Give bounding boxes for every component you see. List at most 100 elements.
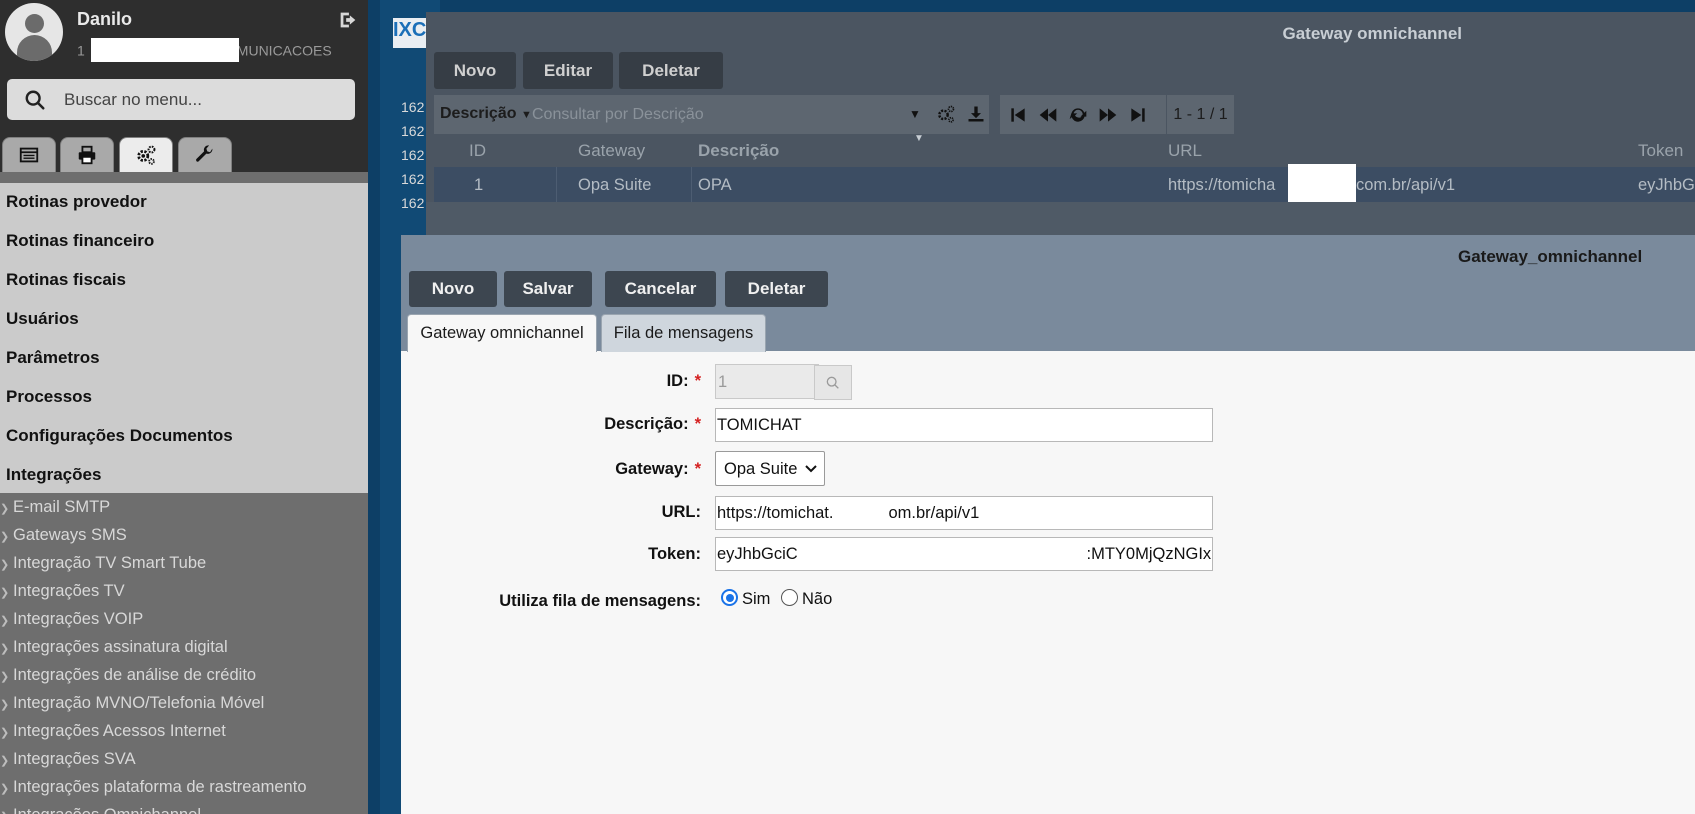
new-button[interactable]: Novo [434, 52, 516, 89]
submenu-item[interactable]: ❯Integrações Omnichannel [0, 806, 201, 814]
submenu-item[interactable]: ❯ Integrações assinatura digital [0, 638, 228, 657]
filter-field-select[interactable]: Descrição ▼ [440, 105, 532, 123]
tab-gateway-omnichannel[interactable]: Gateway omnichannel [407, 314, 597, 352]
list-icon[interactable] [2, 137, 56, 172]
cell-url-start: https://tomicha [1168, 176, 1276, 194]
token-label: Token: [648, 545, 701, 563]
submenu-item[interactable]: ❯ Integrações TV [0, 582, 125, 601]
submenu-item[interactable]: ❯ Integrações VOIP [0, 610, 143, 629]
last-page-icon[interactable] [1128, 105, 1148, 125]
refresh-icon[interactable] [1068, 105, 1088, 125]
submenu-item[interactable]: ❯ Integração TV Smart Tube [0, 554, 206, 573]
gateway-form-window: Gateway_omnichannel Novo Salvar Cancelar… [401, 235, 1695, 814]
previous-page-icon[interactable] [1038, 105, 1058, 125]
form-header: Gateway_omnichannel Novo Salvar Cancelar… [401, 235, 1695, 352]
menu-item-rotinas-provedor[interactable]: Rotinas provedor [6, 192, 147, 212]
id-label: ID: * [666, 372, 701, 390]
column-header-id[interactable]: ID [469, 141, 486, 161]
logout-icon[interactable] [337, 9, 361, 33]
chevron-down-icon [805, 465, 817, 473]
background-number: 162 [401, 195, 425, 211]
new-button[interactable]: Novo [409, 271, 497, 307]
first-page-icon[interactable] [1008, 105, 1028, 125]
print-icon[interactable] [60, 137, 114, 172]
search-icon [24, 89, 46, 111]
menu-item-configuracoes-documentos[interactable]: Configurações Documentos [6, 426, 233, 446]
radio-yes[interactable] [721, 589, 738, 606]
sort-indicator-icon: ▼ [914, 133, 924, 144]
user-area: Danilo 1 MUNICACOES [0, 0, 368, 172]
menu-main: Rotinas provedor Rotinas financeiro Roti… [0, 183, 368, 493]
menu-item-parametros[interactable]: Parâmetros [6, 348, 100, 368]
token-input[interactable] [715, 537, 1213, 571]
edit-button[interactable]: Editar [523, 52, 613, 89]
delete-button[interactable]: Deletar [725, 271, 828, 307]
gateway-list-window: Gateway omnichannel Novo Editar Deletar … [426, 12, 1695, 235]
id-field: 1 [715, 364, 852, 400]
background-number: 162 [401, 171, 425, 187]
use-queue-label: Utiliza fila de mensagens: [499, 592, 701, 610]
cell-description: OPA [698, 176, 732, 194]
menu-item-integracoes[interactable]: Integrações [6, 465, 101, 485]
cell-id: 1 [474, 176, 484, 194]
gears-icon[interactable] [119, 137, 173, 172]
gateway-label: Gateway: * [615, 460, 701, 478]
pager-info: 1 - 1 / 1 [1166, 95, 1234, 134]
avatar[interactable] [5, 3, 63, 61]
submenu-item[interactable]: ❯ E-mail SMTP [0, 498, 110, 517]
cell-url-end: com.br/api/v1 [1356, 176, 1456, 194]
advanced-filter-icon[interactable] [936, 104, 956, 124]
url-input[interactable] [715, 496, 1213, 530]
filter-bar: Descrição ▼ Consultar por Descrição ▼ [434, 95, 989, 134]
description-input[interactable] [715, 408, 1213, 442]
filter-input[interactable]: Consultar por Descrição [532, 106, 704, 124]
description-label: Descrição: * [604, 415, 701, 433]
background-number: 162 [401, 123, 425, 139]
tab-fila-de-mensagens[interactable]: Fila de mensagens [601, 314, 766, 352]
chevron-down-icon[interactable]: ▼ [909, 107, 921, 121]
submenu-integracoes: ❯ E-mail SMTP ❯ Gateways SMS ❯ Integração T… [0, 493, 368, 814]
submenu-item[interactable]: ❯ Integrações de análise de crédito [0, 666, 256, 685]
menu-item-rotinas-fiscais[interactable]: Rotinas fiscais [6, 270, 126, 290]
column-header-url[interactable]: URL [1168, 141, 1202, 161]
window-title: Gateway_omnichannel [1458, 247, 1643, 266]
next-page-icon[interactable] [1098, 105, 1118, 125]
submenu-item[interactable]: ❯ Integrações SVA [0, 750, 136, 769]
background-number: 162 [401, 147, 425, 163]
cell-token: eyJhbGc [1638, 176, 1695, 194]
submenu-item[interactable]: ❯ Gateways SMS [0, 526, 127, 545]
menu-item-usuarios[interactable]: Usuários [6, 309, 79, 329]
radio-no-label[interactable]: Não [802, 590, 832, 609]
column-header-token[interactable]: Token [1638, 141, 1683, 161]
redaction-mask [90, 38, 239, 62]
table-empty-area [426, 202, 1695, 235]
search-icon[interactable] [814, 365, 852, 400]
menu-search[interactable] [7, 79, 355, 120]
cancel-button[interactable]: Cancelar [605, 271, 716, 307]
submenu-item[interactable]: ❯ Integrações Acessos Internet [0, 722, 226, 741]
url-label: URL: [661, 503, 701, 521]
window-title: Gateway omnichannel [1282, 24, 1463, 43]
radio-yes-label[interactable]: Sim [742, 590, 770, 609]
table-row[interactable]: 1 Opa Suite OPA https://tomicha com.br/a… [434, 164, 1695, 202]
pagination-controls [1000, 95, 1166, 134]
gateway-select[interactable]: Opa Suite [715, 451, 825, 486]
company-name: 1 MUNICACOES [77, 38, 332, 64]
menu-item-processos[interactable]: Processos [6, 387, 92, 407]
submenu-item[interactable]: ❯ Integração MVNO/Telefonia Móvel [0, 694, 264, 713]
sidebar: Danilo 1MUNICACOES Rotinas provedor Roti… [0, 0, 368, 814]
download-icon[interactable] [966, 104, 986, 124]
redaction-mask [1288, 164, 1356, 202]
column-header-gateway[interactable]: Gateway [578, 141, 645, 161]
menu-item-rotinas-financeiro[interactable]: Rotinas financeiro [6, 231, 154, 251]
search-input[interactable] [62, 87, 342, 113]
save-button[interactable]: Salvar [504, 271, 592, 307]
radio-no[interactable] [781, 589, 798, 606]
delete-button[interactable]: Deletar [619, 52, 723, 89]
background-number: 162 [401, 99, 425, 115]
user-name: Danilo [77, 9, 133, 29]
submenu-item[interactable]: ❯ Integrações plataforma de rastreamento [0, 778, 307, 797]
wrench-icon[interactable] [178, 137, 232, 172]
column-header-description[interactable]: Descrição [698, 141, 779, 161]
cell-gateway: Opa Suite [578, 176, 652, 194]
